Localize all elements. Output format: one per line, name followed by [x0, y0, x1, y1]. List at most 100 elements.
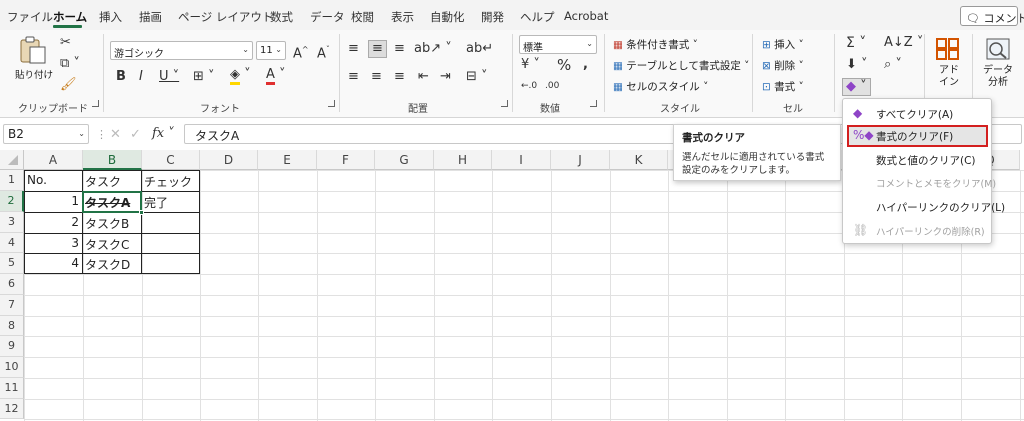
- tab-automate[interactable]: 自動化: [430, 9, 465, 25]
- tab-developer[interactable]: 開発: [481, 9, 504, 25]
- tab-data[interactable]: データ: [310, 9, 345, 25]
- column-header-g[interactable]: G: [375, 150, 434, 170]
- insert-cells-button[interactable]: ⊞ 挿入 ˅: [762, 37, 804, 52]
- add-ins-button[interactable]: [935, 37, 961, 64]
- grow-font-icon[interactable]: A^: [293, 43, 309, 61]
- align-right-icon[interactable]: ≡: [394, 70, 405, 84]
- menu-item-clear-hyperlinks[interactable]: ハイパーリンクのクリア(L): [847, 196, 1005, 218]
- cell-b5[interactable]: タスクD: [83, 254, 141, 274]
- tab-view[interactable]: 表示: [391, 9, 414, 25]
- cancel-icon[interactable]: ✕: [110, 127, 121, 142]
- fill-icon[interactable]: ⬇ ˅: [846, 58, 868, 72]
- clear-button[interactable]: ◆ ˅: [842, 78, 871, 96]
- name-box[interactable]: B2 ⌄: [3, 124, 89, 144]
- number-format-combo[interactable]: 標準 ⌄: [519, 35, 597, 54]
- percent-icon[interactable]: %: [557, 58, 571, 73]
- tab-draw[interactable]: 描画: [139, 9, 162, 25]
- row-header-9[interactable]: 9: [0, 336, 24, 357]
- column-header-k[interactable]: K: [610, 150, 668, 170]
- row-header-11[interactable]: 11: [0, 378, 24, 399]
- align-bottom-icon[interactable]: ≡: [394, 42, 405, 56]
- conditional-format-button[interactable]: ▦ 条件付き書式 ˅: [613, 37, 698, 52]
- align-top-icon[interactable]: ≡: [348, 42, 359, 56]
- cell-a4[interactable]: 3: [25, 234, 82, 254]
- font-color-icon[interactable]: A ˅: [266, 67, 286, 85]
- sort-filter-icon[interactable]: A↓Z ˅: [884, 36, 923, 50]
- tab-review[interactable]: 校閲: [351, 9, 374, 25]
- copy-icon[interactable]: ⧉ ˅: [60, 57, 80, 71]
- separator: [103, 34, 104, 112]
- column-header-j[interactable]: J: [551, 150, 610, 170]
- font-size-combo[interactable]: 11 ⌄: [256, 41, 286, 60]
- currency-icon[interactable]: ¥ ˅: [521, 58, 540, 72]
- align-left-icon[interactable]: ≡: [348, 70, 359, 84]
- row-header-12[interactable]: 12: [0, 399, 24, 419]
- cell-styles-button[interactable]: ▦ セルのスタイル ˅: [613, 79, 708, 94]
- increase-decimal-icon[interactable]: ←.0: [521, 79, 537, 93]
- menu-item-clear-contents[interactable]: 数式と値のクリア(C): [847, 149, 988, 171]
- menu-item-clear-formats[interactable]: %◆ 書式のクリア(F): [847, 125, 988, 147]
- border-icon[interactable]: ⊞ ˅: [193, 70, 215, 84]
- shrink-font-icon[interactable]: Aˇ: [317, 43, 330, 61]
- italic-icon[interactable]: I: [139, 70, 143, 84]
- cell-c1[interactable]: チェック: [142, 171, 199, 191]
- format-cells-button[interactable]: ⊡ 書式 ˅: [762, 79, 804, 94]
- cell-b4[interactable]: タスクC: [83, 234, 141, 254]
- menu-item-clear-all[interactable]: ◆ すべてクリア(A): [847, 103, 988, 125]
- column-header-e[interactable]: E: [258, 150, 317, 170]
- tab-help[interactable]: ヘルプ: [520, 9, 555, 25]
- cell-a3[interactable]: 2: [25, 213, 82, 233]
- cell-b3[interactable]: タスクB: [83, 213, 141, 233]
- bold-icon[interactable]: B: [116, 70, 126, 84]
- column-header-f[interactable]: F: [317, 150, 375, 170]
- column-header-h[interactable]: H: [434, 150, 492, 170]
- row-header-7[interactable]: 7: [0, 295, 24, 316]
- find-select-icon[interactable]: ⌕ ˅: [884, 58, 902, 72]
- orientation-icon[interactable]: ab↗ ˅: [414, 42, 452, 56]
- cell-a5[interactable]: 4: [25, 254, 82, 274]
- delete-cells-button[interactable]: ⊠ 削除 ˅: [762, 58, 804, 73]
- tab-file[interactable]: ファイル: [7, 9, 53, 25]
- paste-button[interactable]: [18, 36, 50, 64]
- font-name-combo[interactable]: 游ゴシック ⌄: [110, 41, 253, 60]
- tab-formulas[interactable]: 数式: [270, 9, 293, 25]
- cell-a1[interactable]: No.: [25, 171, 82, 191]
- fill-color-icon[interactable]: ◈ ˅: [230, 67, 251, 85]
- comment-label: コメント: [983, 12, 1024, 25]
- row-header-10[interactable]: 10: [0, 357, 24, 378]
- data-analysis-label-line1: データ: [983, 65, 1013, 76]
- align-center-icon[interactable]: ≡: [371, 70, 382, 84]
- font-launcher-icon[interactable]: [328, 100, 335, 107]
- comment-button[interactable]: 🗨 コメント: [960, 6, 1024, 26]
- clipboard-launcher-icon[interactable]: [92, 100, 99, 107]
- align-middle-icon[interactable]: ≡: [368, 40, 387, 58]
- cell-c2[interactable]: 完了: [142, 192, 199, 212]
- underline-icon[interactable]: U ˅: [159, 70, 179, 84]
- number-launcher-icon[interactable]: [590, 100, 597, 107]
- format-as-table-button[interactable]: ▦ テーブルとして書式設定 ˅: [613, 58, 749, 73]
- tab-page-layout[interactable]: ページ レイアウト: [178, 9, 273, 25]
- cut-icon[interactable]: ✂: [60, 36, 71, 50]
- column-header-i[interactable]: I: [492, 150, 551, 170]
- data-analysis-button[interactable]: [985, 37, 1011, 64]
- tab-insert[interactable]: 挿入: [99, 9, 122, 25]
- tab-acrobat[interactable]: Acrobat: [564, 9, 608, 23]
- autosum-icon[interactable]: Σ ˅: [846, 36, 866, 50]
- alignment-launcher-icon[interactable]: [501, 100, 508, 107]
- increase-indent-icon[interactable]: ⇥: [440, 70, 451, 84]
- insert-function-icon[interactable]: fx ˅: [152, 126, 175, 141]
- format-painter-icon[interactable]: 🖌: [60, 78, 77, 92]
- cell-b1[interactable]: タスク: [83, 171, 141, 191]
- wrap-text-icon[interactable]: ab↵: [466, 42, 493, 56]
- cell-a2[interactable]: 1: [25, 192, 82, 212]
- merge-center-icon[interactable]: ⊟ ˅: [466, 70, 488, 84]
- comma-style-icon[interactable]: ,: [583, 58, 588, 72]
- enter-icon[interactable]: ✓: [130, 127, 141, 142]
- decrease-indent-icon[interactable]: ⇤: [418, 70, 429, 84]
- insert-cells-label: 挿入: [774, 39, 796, 51]
- decrease-decimal-icon[interactable]: .00: [545, 79, 559, 93]
- row-header-8[interactable]: 8: [0, 316, 24, 336]
- tab-home[interactable]: ホーム: [53, 9, 87, 25]
- eraser-icon: ◆: [853, 106, 863, 120]
- add-ins-icon: [936, 38, 959, 60]
